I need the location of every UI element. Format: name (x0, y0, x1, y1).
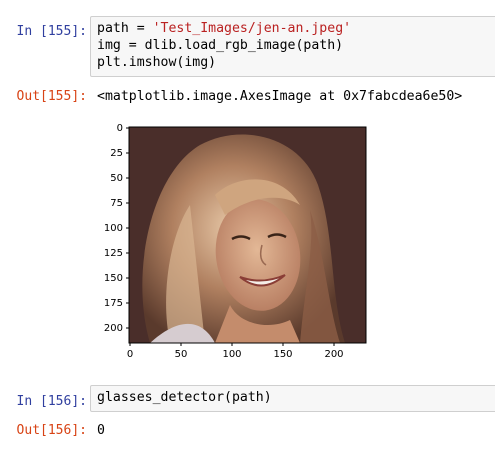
code-line: plt.imshow(img) (97, 55, 217, 70)
x-tick-label: 100 (222, 349, 241, 360)
output-prompt: Out[156]: (16, 423, 87, 438)
y-tick-label: 50 (110, 173, 123, 184)
code-cell-155[interactable]: path = 'Test_Images/jen-an.jpeg' img = d… (90, 16, 495, 77)
input-prompt: In [155]: (16, 24, 87, 39)
y-tick-label: 150 (104, 273, 123, 284)
x-tick-label: 150 (273, 349, 292, 360)
output-text: <matplotlib.image.AxesImage at 0x7fabcde… (97, 89, 463, 104)
image-area (129, 127, 366, 343)
imshow-plot: 0 25 50 75 100 125 150 175 200 0 50 100 … (104, 123, 367, 360)
code-line: img = dlib.load_rgb_image(path) (97, 38, 344, 53)
x-axis: 0 50 100 150 200 (127, 343, 344, 360)
y-tick-label: 125 (104, 248, 123, 259)
y-tick-label: 175 (104, 298, 123, 309)
x-tick-label: 0 (127, 349, 133, 360)
y-tick-label: 100 (104, 223, 123, 234)
y-tick-label: 200 (104, 323, 123, 334)
y-tick-label: 25 (110, 148, 123, 159)
input-prompt: In [156]: (16, 394, 87, 409)
y-tick-label: 75 (110, 198, 123, 209)
x-tick-label: 50 (175, 349, 188, 360)
code-line: glasses_detector(path) (97, 390, 272, 405)
x-tick-label: 200 (324, 349, 343, 360)
y-tick-label: 0 (117, 123, 123, 134)
output-prompt: Out[155]: (16, 89, 87, 104)
code-line: path = 'Test_Images/jen-an.jpeg' (97, 21, 352, 36)
y-axis: 0 25 50 75 100 125 150 175 200 (104, 123, 129, 334)
output-text: 0 (97, 423, 105, 438)
code-cell-156[interactable]: glasses_detector(path) (90, 385, 495, 412)
